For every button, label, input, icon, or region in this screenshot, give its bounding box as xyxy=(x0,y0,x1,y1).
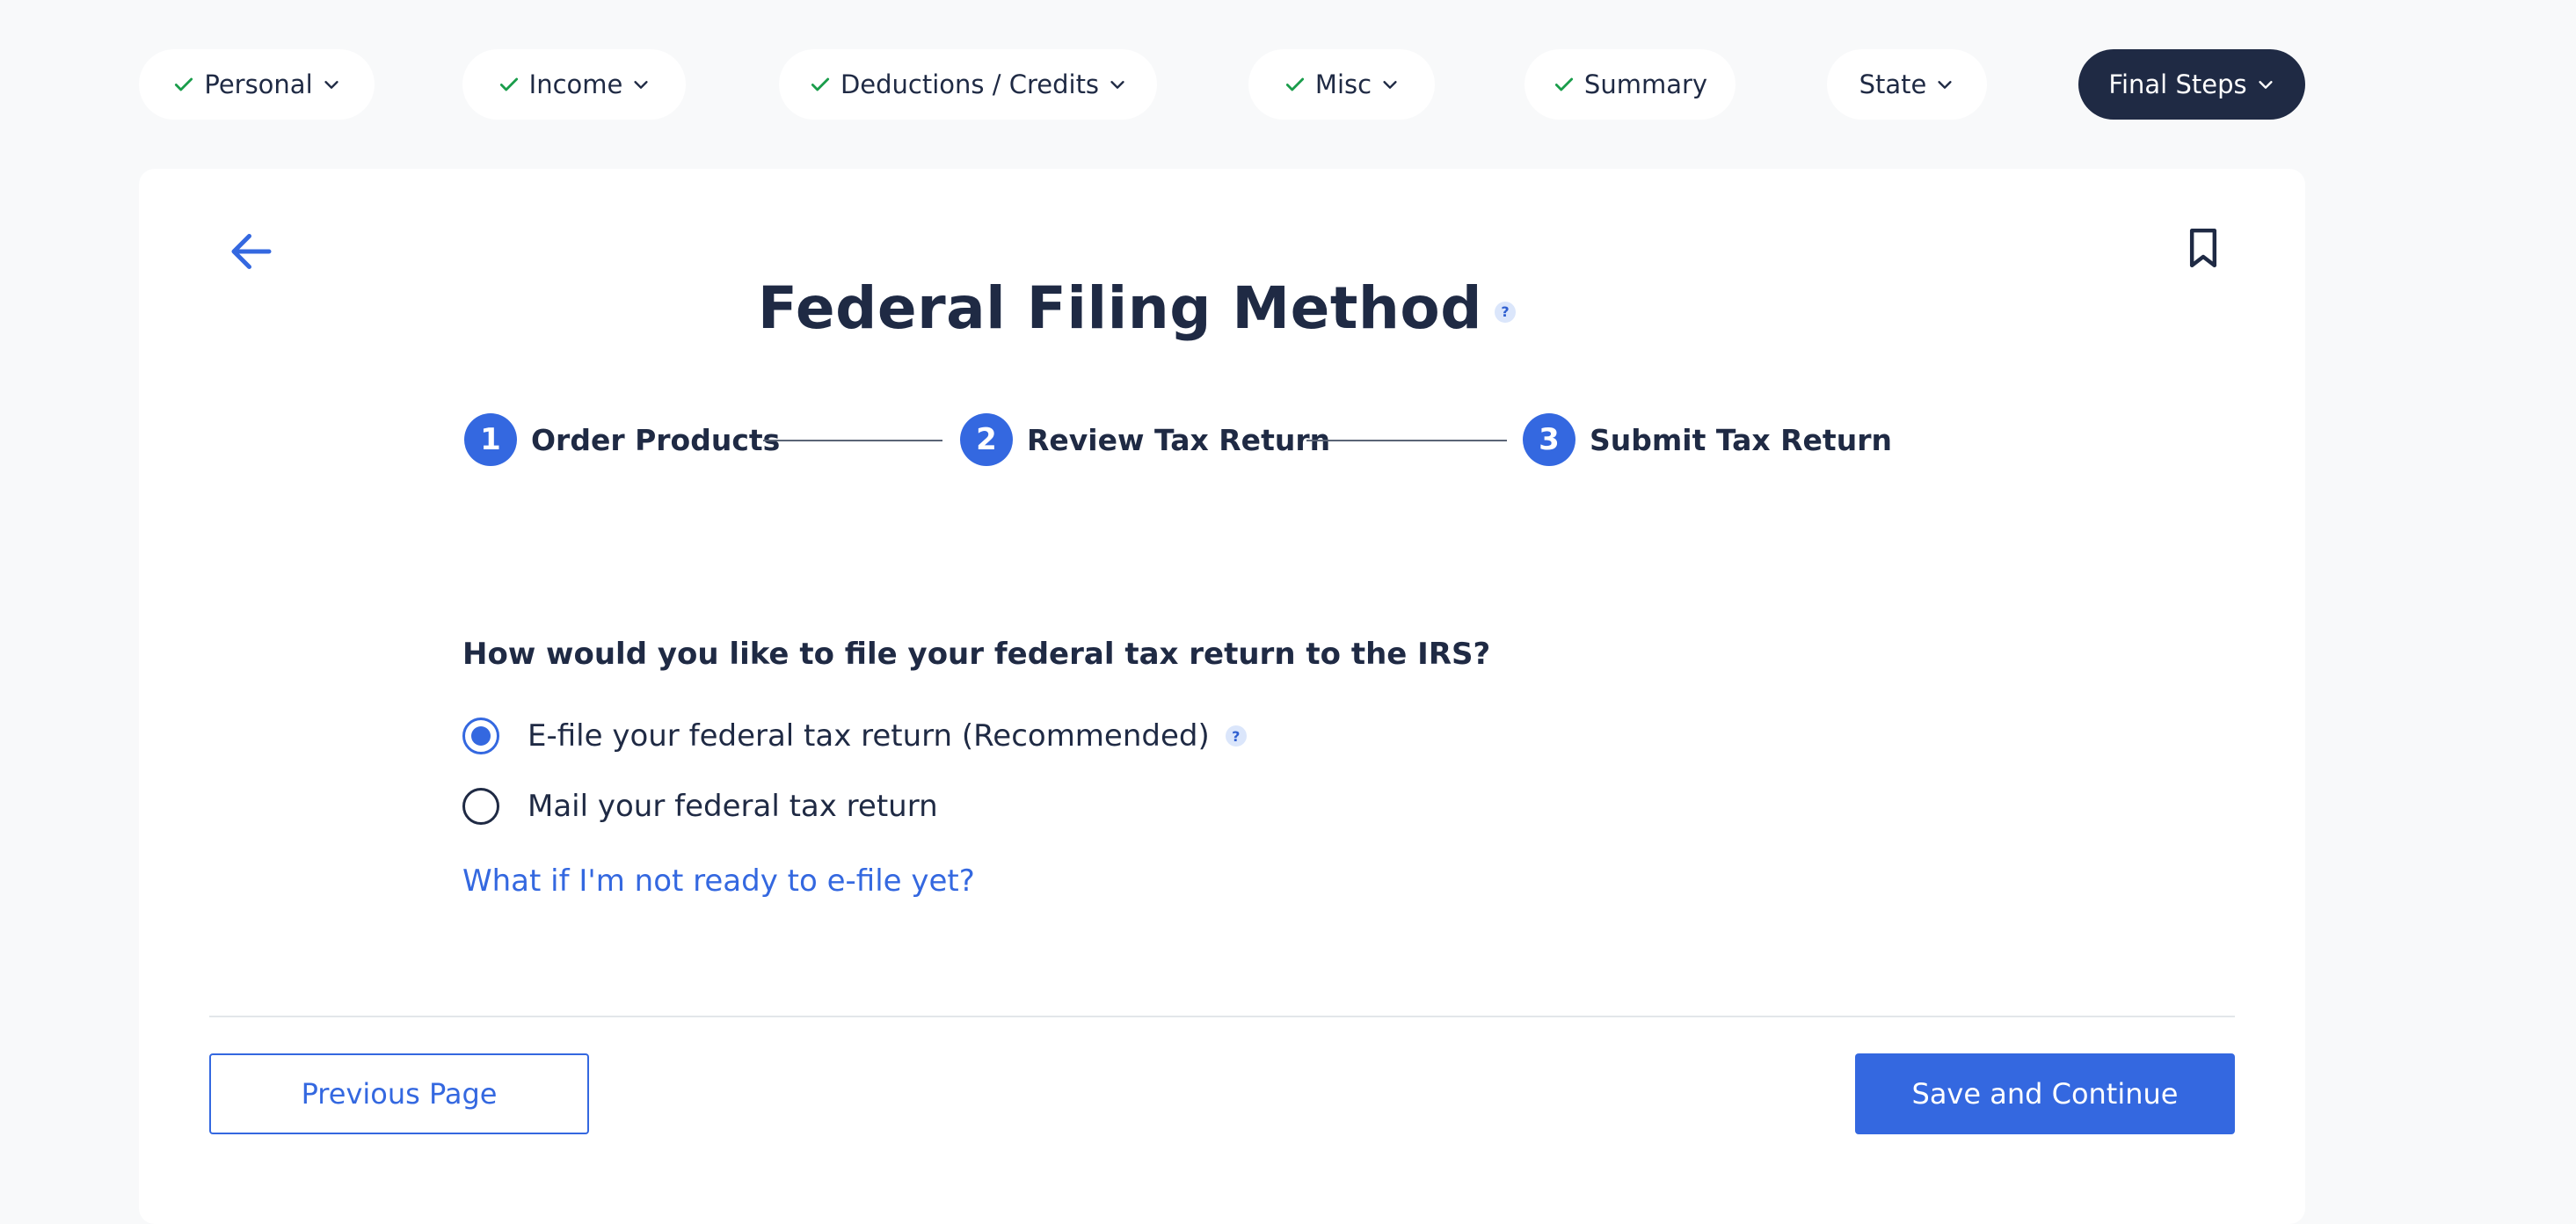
nav-item-label: Personal xyxy=(204,69,313,99)
step-submit-tax-return: 3 Submit Tax Return xyxy=(1523,413,1892,466)
nav-item-label: Income xyxy=(528,69,623,99)
check-icon xyxy=(809,73,832,96)
help-icon[interactable]: ? xyxy=(1225,725,1247,747)
option-mail[interactable]: Mail your federal tax return xyxy=(462,788,938,825)
bookmark-icon[interactable] xyxy=(2179,223,2228,273)
back-arrow-icon[interactable] xyxy=(225,225,278,278)
nav-item-label: Final Steps xyxy=(2108,69,2247,99)
efile-radio[interactable] xyxy=(462,718,499,754)
nav-item-final-steps[interactable]: Final Steps xyxy=(2078,49,2305,120)
chevron-down-icon xyxy=(1935,75,1954,94)
step-number: 2 xyxy=(960,413,1013,466)
step-number: 1 xyxy=(464,413,517,466)
step-connector xyxy=(1306,440,1507,441)
nav-item-personal[interactable]: Personal xyxy=(139,49,375,120)
chevron-down-icon xyxy=(322,75,341,94)
previous-page-button[interactable]: Previous Page xyxy=(209,1053,589,1134)
step-label: Order Products xyxy=(531,422,781,457)
option-efile[interactable]: E-file your federal tax return (Recommen… xyxy=(462,718,1247,754)
step-order-products: 1 Order Products xyxy=(464,413,780,466)
step-number: 3 xyxy=(1523,413,1575,466)
step-review-tax-return: 2 Review Tax Return xyxy=(960,413,1330,466)
nav-item-state[interactable]: State xyxy=(1827,49,1987,120)
nav-item-label: Deductions / Credits xyxy=(840,69,1100,99)
save-and-continue-button[interactable]: Save and Continue xyxy=(1855,1053,2235,1134)
divider xyxy=(209,1016,2235,1017)
title-row: Federal Filing Method ? xyxy=(139,274,1516,342)
chevron-down-icon xyxy=(1108,75,1127,94)
help-icon[interactable]: ? xyxy=(1495,301,1516,323)
nav-item-label: Misc xyxy=(1314,69,1372,99)
nav-item-deductions-credits[interactable]: Deductions / Credits xyxy=(779,49,1157,120)
chevron-down-icon xyxy=(631,75,651,94)
step-label: Submit Tax Return xyxy=(1590,422,1892,457)
nav-item-summary[interactable]: Summary xyxy=(1524,49,1736,120)
option-label: Mail your federal tax return xyxy=(528,789,938,824)
filing-question: How would you like to file your federal … xyxy=(462,637,1491,672)
check-icon xyxy=(498,73,520,96)
chevron-down-icon xyxy=(1380,75,1400,94)
main-card: Federal Filing Method ? 1 Order Products… xyxy=(139,169,2305,1224)
chevron-down-icon xyxy=(2256,75,2275,94)
page-title: Federal Filing Method xyxy=(757,274,1482,342)
mail-radio[interactable] xyxy=(462,788,499,825)
nav-item-label: Summary xyxy=(1583,69,1708,99)
nav-item-misc[interactable]: Misc xyxy=(1248,49,1435,120)
step-connector xyxy=(763,440,942,441)
not-ready-efile-link[interactable]: What if I'm not ready to e-file yet? xyxy=(462,863,975,899)
nav-item-label: State xyxy=(1859,69,1927,99)
option-label: E-file your federal tax return (Recommen… xyxy=(528,718,1210,754)
step-label: Review Tax Return xyxy=(1027,422,1331,457)
check-icon xyxy=(172,73,195,96)
check-icon xyxy=(1284,73,1306,96)
check-icon xyxy=(1553,73,1575,96)
nav-item-income[interactable]: Income xyxy=(462,49,686,120)
